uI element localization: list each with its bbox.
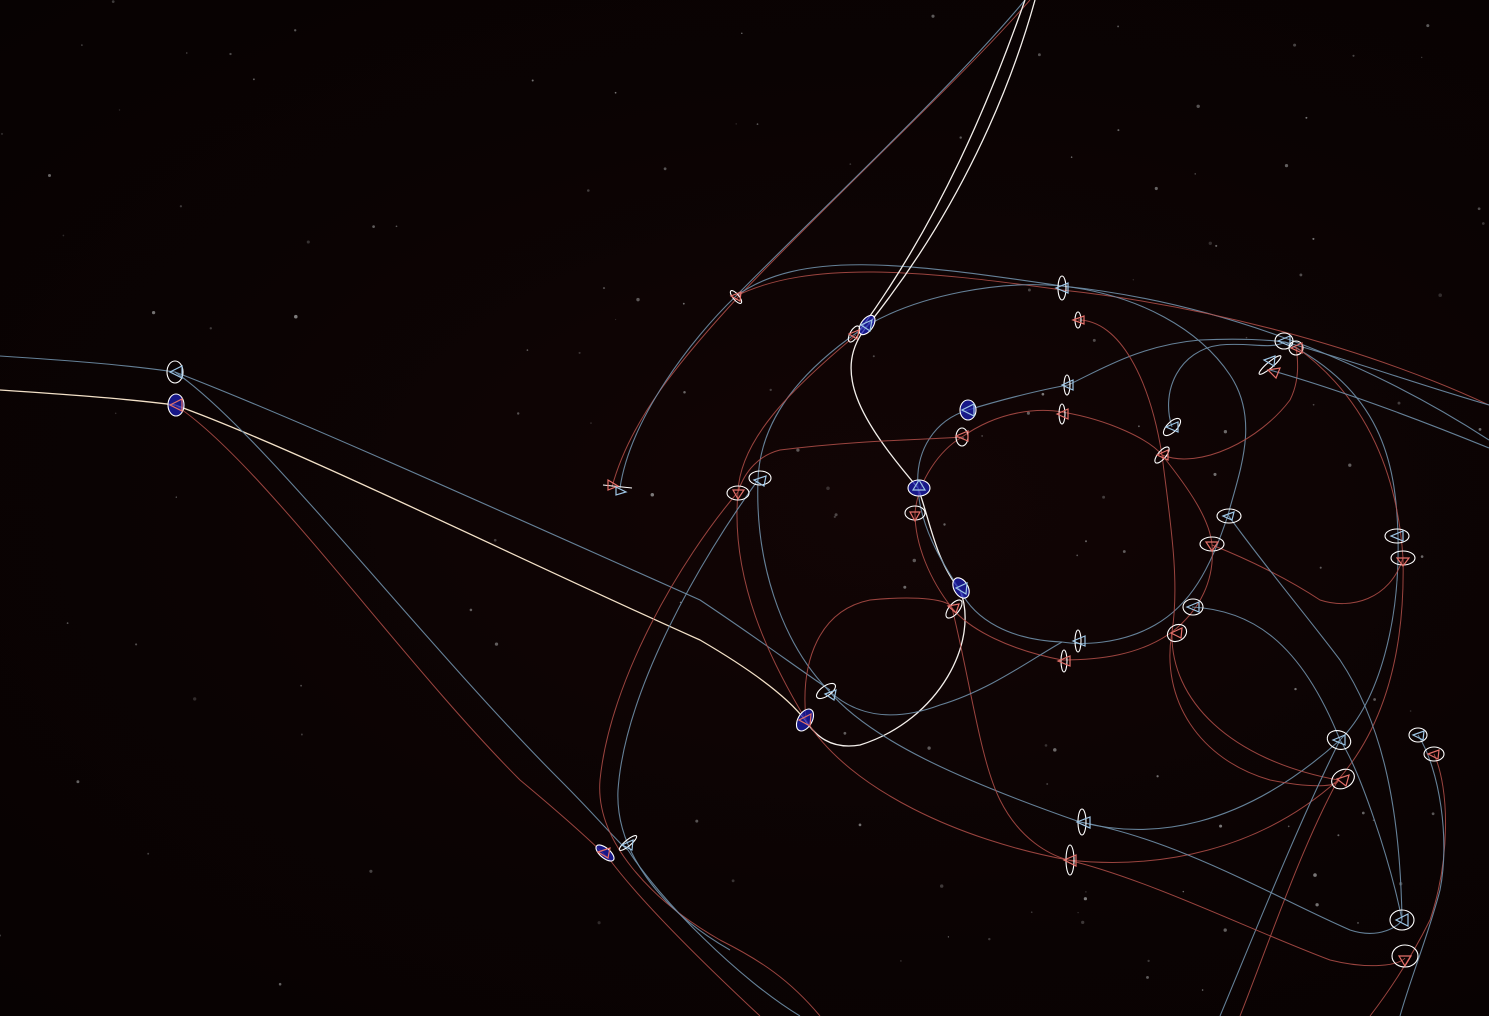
ship-marker-icon[interactable] [1390, 550, 1416, 567]
ship-marker-layer [166, 275, 1445, 968]
ship-marker-icon[interactable] [904, 505, 926, 523]
ship-marker-icon[interactable] [1062, 844, 1077, 876]
ship-marker-icon[interactable] [1071, 311, 1085, 329]
ship-marker-icon[interactable] [1257, 354, 1282, 380]
ship-marker-icon[interactable] [1056, 649, 1071, 673]
ship-marker-icon[interactable] [1075, 808, 1091, 836]
ship-marker-icon[interactable] [814, 681, 838, 702]
ship-marker-icon[interactable] [1182, 598, 1204, 616]
ship-marker-icon[interactable] [167, 393, 185, 417]
ship-marker-icon[interactable] [748, 470, 772, 487]
ship-marker-icon[interactable] [949, 575, 972, 601]
ship-marker-icon[interactable] [1408, 727, 1428, 743]
ship-marker-icon[interactable] [1054, 275, 1069, 301]
ship-marker-icon[interactable] [1384, 528, 1410, 544]
ship-marker-icon[interactable] [1153, 445, 1172, 465]
ship-marker-icon[interactable] [166, 360, 184, 384]
ship-marker-icon[interactable] [846, 324, 862, 344]
ship-marker-icon[interactable] [1389, 909, 1415, 931]
ship-marker-icon[interactable] [954, 427, 969, 447]
ship-marker-icon[interactable] [1274, 332, 1294, 350]
ship-marker-icon[interactable] [1055, 403, 1069, 425]
ship-marker-icon[interactable] [1216, 508, 1242, 524]
ship-marker-icon[interactable] [1423, 746, 1445, 762]
ship-marker-icon[interactable] [1199, 536, 1225, 553]
ship-marker-icon[interactable] [1288, 340, 1304, 356]
ship-marker-icon[interactable] [959, 399, 977, 421]
ship-marker-icon[interactable] [1325, 727, 1354, 752]
ship-marker-icon[interactable] [618, 834, 639, 853]
ship-marker-icon[interactable] [729, 289, 744, 305]
ship-marker-icon[interactable] [1391, 944, 1419, 968]
ship-marker-icon[interactable] [726, 485, 750, 501]
space-viewport[interactable] [0, 0, 1489, 1016]
ship-marker-icon[interactable] [1060, 374, 1074, 396]
ship-marker-icon[interactable] [1071, 629, 1086, 653]
ship-marker-icon[interactable] [1164, 621, 1189, 645]
ship-marker-icon[interactable] [602, 478, 633, 496]
ship-marker-icon[interactable] [943, 597, 965, 620]
ship-marker-icon[interactable] [793, 706, 817, 734]
ship-marker-icon[interactable] [907, 478, 931, 497]
ship-marker-icon[interactable] [1161, 416, 1184, 439]
ship-marker-icon[interactable] [593, 842, 616, 864]
ship-marker-icon[interactable] [1328, 765, 1358, 793]
